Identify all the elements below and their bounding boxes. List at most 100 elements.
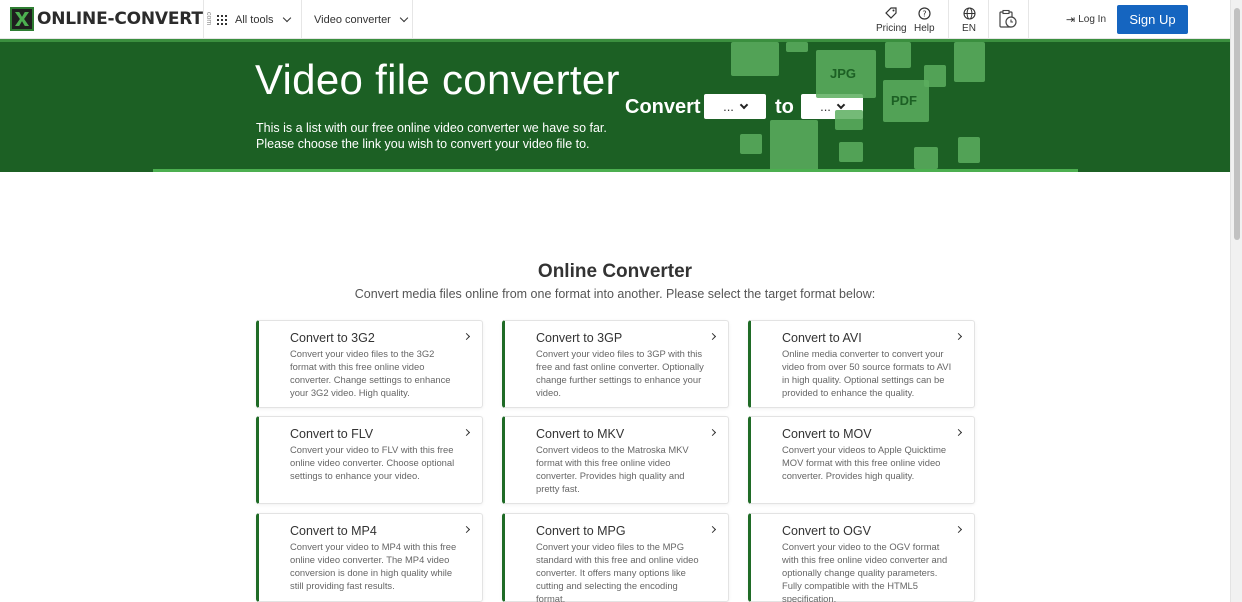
converter-card-avi[interactable]: Convert to AVI Online media converter to… xyxy=(748,320,975,408)
nav-divider xyxy=(412,0,413,39)
file-icon xyxy=(786,42,808,52)
target-format-value: ... xyxy=(820,99,831,114)
text-file-icon xyxy=(958,137,980,163)
language-selector[interactable]: EN xyxy=(962,6,976,34)
login-icon: ⇥ xyxy=(1066,14,1076,26)
scrollbar-thumb[interactable] xyxy=(1234,8,1240,240)
hero-divider xyxy=(153,169,1078,172)
chevron-right-icon xyxy=(954,428,963,437)
file-icon xyxy=(835,110,863,130)
nav-divider xyxy=(301,0,302,39)
card-title: Convert to MOV xyxy=(782,427,872,441)
video-converter-label: Video converter xyxy=(314,13,391,26)
chevron-right-icon xyxy=(954,525,963,534)
card-description: Convert your videos to Apple Quicktime M… xyxy=(782,444,947,481)
login-label: Log In xyxy=(1078,14,1107,25)
all-tools-label: All tools xyxy=(235,13,274,26)
signup-button[interactable]: Sign Up xyxy=(1117,5,1188,34)
converter-card-3gp[interactable]: Convert to 3GP Convert your video files … xyxy=(502,320,729,408)
card-description: Convert your video to FLV with this free… xyxy=(290,444,455,481)
history-button[interactable] xyxy=(998,9,1018,32)
pdf-label: PDF xyxy=(891,93,917,108)
converter-card-mp4[interactable]: Convert to MP4 Convert your video to MP4… xyxy=(256,513,483,602)
converter-card-ogv[interactable]: Convert to OGV Convert your video to the… xyxy=(748,513,975,602)
all-tools-menu[interactable]: All tools xyxy=(217,0,291,39)
converter-card-mkv[interactable]: Convert to MKV Convert videos to the Mat… xyxy=(502,416,729,504)
file-icon xyxy=(839,142,863,162)
chevron-down-icon xyxy=(399,13,409,23)
card-title: Convert to FLV xyxy=(290,427,374,441)
help-label: Help xyxy=(914,23,935,34)
jpg-label: JPG xyxy=(830,66,857,81)
to-label: to xyxy=(775,96,794,118)
site-logo[interactable]: ONLINE-CONVERT com xyxy=(10,7,212,31)
video-converter-menu[interactable]: Video converter xyxy=(314,0,409,39)
card-description: Convert your video files to the MPG stan… xyxy=(536,541,699,602)
hero-description-line: This is a list with our free online vide… xyxy=(256,121,607,135)
chevron-down-icon xyxy=(739,100,749,109)
jpg-file-icon: JPG xyxy=(816,50,876,98)
nav-divider xyxy=(948,0,949,39)
section-title: Online Converter xyxy=(537,261,693,282)
pricing-label: Pricing xyxy=(876,23,907,34)
card-title: Convert to MP4 xyxy=(290,524,377,538)
card-title: Convert to OGV xyxy=(782,524,871,538)
nav-divider xyxy=(1028,0,1029,39)
png-file-icon xyxy=(740,134,762,154)
card-title: Convert to MKV xyxy=(536,427,625,441)
converter-card-flv[interactable]: Convert to FLV Convert your video to FLV… xyxy=(256,416,483,504)
convert-label: Convert xyxy=(625,96,701,118)
hero-description-line: Please choose the link you wish to conve… xyxy=(256,137,590,151)
source-format-select[interactable]: ... xyxy=(704,94,766,119)
source-format-value: ... xyxy=(723,99,734,114)
card-description: Convert your video to the OGV format wit… xyxy=(782,541,948,602)
chevron-right-icon xyxy=(954,332,963,341)
chevron-down-icon xyxy=(836,100,846,109)
logo-suffix: com xyxy=(204,12,212,26)
nav-divider xyxy=(203,0,204,39)
svg-text:?: ? xyxy=(922,9,926,18)
card-description: Convert your video files to the 3G2 form… xyxy=(290,348,451,398)
page-scrollbar[interactable] xyxy=(1230,0,1242,602)
hero-description: This is a list with our free online vide… xyxy=(256,120,636,152)
language-label: EN xyxy=(962,23,976,34)
card-title: Convert to AVI xyxy=(782,331,862,345)
graph-file-icon xyxy=(770,120,818,172)
converter-card-3g2[interactable]: Convert to 3G2 Convert your video files … xyxy=(256,320,483,408)
help-icon: ? xyxy=(917,6,931,20)
chevron-down-icon xyxy=(282,13,291,23)
top-navigation: ONLINE-CONVERT com All tools Video conve… xyxy=(0,0,1230,39)
card-description: Convert your video to MP4 with this free… xyxy=(290,541,457,591)
clipboard-clock-icon xyxy=(998,9,1018,29)
grid-icon xyxy=(217,14,227,25)
globe-icon xyxy=(962,6,976,20)
chevron-right-icon xyxy=(708,332,717,341)
card-description: Convert videos to the Matroska MKV forma… xyxy=(536,444,689,494)
login-link[interactable]: ⇥ Log In xyxy=(1066,0,1106,39)
chevron-right-icon xyxy=(708,428,717,437)
converter-card-mpg[interactable]: Convert to MPG Convert your video files … xyxy=(502,513,729,602)
card-title: Convert to 3G2 xyxy=(290,331,375,345)
help-link[interactable]: ? Help xyxy=(914,6,935,34)
pdf-file-icon: PDF xyxy=(883,80,929,122)
card-description: Online media converter to convert your v… xyxy=(782,348,952,398)
chevron-right-icon xyxy=(462,428,471,437)
image-file-icon xyxy=(885,42,911,68)
nav-divider xyxy=(988,0,989,39)
card-title: Convert to 3GP xyxy=(536,331,623,345)
pricing-link[interactable]: Pricing xyxy=(876,6,907,34)
tag-icon xyxy=(884,6,898,20)
file-icon xyxy=(914,147,938,169)
page-title: Video file converter xyxy=(255,56,620,103)
chevron-right-icon xyxy=(708,525,717,534)
logo-icon xyxy=(10,7,34,31)
card-description: Convert your video files to 3GP with thi… xyxy=(536,348,704,398)
hero-banner: Video file converter This is a list with… xyxy=(0,39,1230,172)
chart-file-icon xyxy=(954,42,985,82)
converter-card-mov[interactable]: Convert to MOV Convert your videos to Ap… xyxy=(748,416,975,504)
chevron-right-icon xyxy=(462,525,471,534)
card-title: Convert to MPG xyxy=(536,524,626,538)
email-file-icon xyxy=(731,42,779,76)
logo-text: ONLINE-CONVERT xyxy=(37,9,203,29)
chevron-right-icon xyxy=(462,332,471,341)
